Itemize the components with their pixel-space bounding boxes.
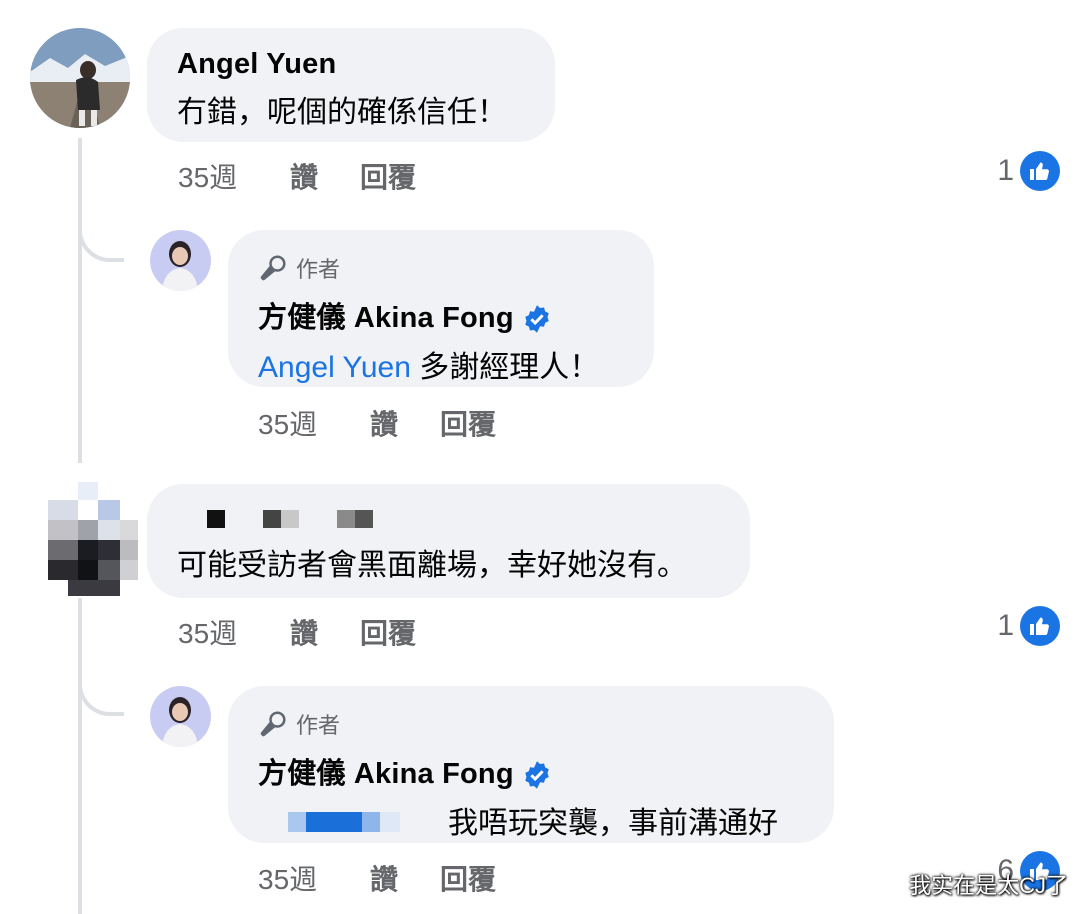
reply-button[interactable]: 回覆: [360, 612, 416, 652]
comment-author[interactable]: 方健儀 Akina Fong: [258, 302, 514, 334]
author-badge-label: 作者: [296, 713, 341, 738]
thumbs-up-icon: [1020, 606, 1060, 646]
like-button[interactable]: 讚: [290, 156, 360, 196]
comment-time[interactable]: 35週: [178, 612, 290, 652]
comment-time[interactable]: 35週: [178, 156, 290, 196]
comment-meta-3: 35週 讚 回覆: [178, 612, 416, 652]
reply-button[interactable]: 回覆: [440, 858, 496, 898]
comment-author[interactable]: 方健儀 Akina Fong: [258, 758, 514, 790]
like-button[interactable]: 讚: [290, 612, 360, 652]
comment-time[interactable]: 35週: [258, 403, 370, 443]
comment-meta-1: 35週 讚 回覆: [178, 156, 416, 196]
reply-button[interactable]: 回覆: [440, 403, 496, 443]
author-badge-label: 作者: [296, 257, 341, 282]
watermark: 我实在是太CJ了: [909, 873, 1068, 898]
thread-connector-2: [78, 672, 124, 716]
reaction-count-1[interactable]: 1: [997, 151, 1060, 191]
comment-bubble-2: 作者 方健儀 Akina Fong Angel Yuen 多謝經理人！: [228, 230, 654, 387]
comment-author-row: 方健儀 Akina Fong: [258, 750, 804, 792]
verified-badge-icon: [525, 761, 549, 790]
thread-connector-1: [78, 218, 124, 262]
mention-redacted[interactable]: [288, 812, 400, 832]
comment-meta-2: 35週 讚 回覆: [258, 403, 496, 443]
comment-bubble-4: 作者 方健儀 Akina Fong 我唔玩突襲，事前溝通好: [228, 686, 834, 843]
comment-author[interactable]: Angel Yuen: [177, 48, 525, 81]
thumbs-up-icon: [1020, 151, 1060, 191]
reaction-count-3[interactable]: 1: [997, 606, 1060, 646]
mention-link[interactable]: Angel Yuen: [258, 351, 411, 384]
comment-author-row: 方健儀 Akina Fong: [258, 294, 624, 336]
avatar-akina-fong[interactable]: [150, 686, 211, 747]
comment-text: 冇錯，呢個的確係信任！: [177, 96, 507, 129]
avatar-akina-fong[interactable]: [150, 230, 211, 291]
author-badge: 作者: [258, 708, 804, 740]
avatar-angel-yuen[interactable]: [30, 28, 130, 128]
avatar-pixelated[interactable]: [28, 482, 148, 596]
comment-text: 多謝經理人！: [419, 351, 600, 384]
comment-meta-4: 35週 讚 回覆: [258, 858, 496, 898]
like-button[interactable]: 讚: [370, 858, 440, 898]
like-count: 1: [997, 609, 1014, 642]
microphone-icon: [260, 255, 286, 281]
comment-bubble-3: 可能受訪者會黑面離場，幸好她沒有。: [147, 484, 750, 598]
comment-author-redacted: [177, 506, 720, 530]
thread-line-2: [78, 598, 82, 914]
like-count: 1: [997, 154, 1014, 187]
comment-time[interactable]: 35週: [258, 858, 370, 898]
like-button[interactable]: 讚: [370, 403, 440, 443]
verified-badge-icon: [525, 305, 549, 334]
comment-text: 我唔玩突襲，事前溝通好: [448, 807, 778, 840]
author-badge: 作者: [258, 252, 624, 284]
comment-bubble-1: Angel Yuen 冇錯，呢個的確係信任！: [147, 28, 555, 142]
microphone-icon: [260, 711, 286, 737]
reply-button[interactable]: 回覆: [360, 156, 416, 196]
comment-text-row: 我唔玩突襲，事前溝通好: [258, 798, 804, 840]
thread-line-1: [78, 138, 82, 463]
comment-text: 可能受訪者會黑面離場，幸好她沒有。: [177, 549, 687, 582]
comment-text-row: Angel Yuen 多謝經理人！: [258, 342, 624, 386]
